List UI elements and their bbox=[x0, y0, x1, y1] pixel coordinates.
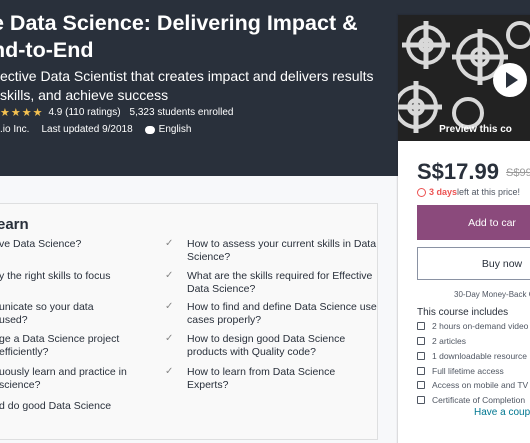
rating-text[interactable]: 4.9 (110 ratings) bbox=[48, 107, 120, 118]
alarm-clock-icon bbox=[417, 187, 426, 197]
include-label: Certificate of Completion bbox=[432, 395, 526, 405]
check-icon: ✓ bbox=[165, 270, 174, 281]
learn-item: How to design good Data Science products… bbox=[187, 333, 346, 358]
learn-item: uously learn and practice in science? bbox=[0, 366, 127, 391]
buy-now-button[interactable]: Buy now bbox=[417, 247, 530, 280]
include-label: Access on mobile and TV bbox=[432, 380, 529, 390]
learn-heading: earn bbox=[0, 216, 29, 233]
include-item: Full lifetime access bbox=[417, 366, 504, 376]
check-icon: ✓ bbox=[165, 301, 174, 312]
include-item: Access on mobile and TV bbox=[417, 380, 528, 390]
video-icon bbox=[417, 322, 425, 330]
learn-item: What are the skills required for Effecti… bbox=[187, 270, 373, 295]
course-subtitle: ective Data Scientist that creates impac… bbox=[0, 67, 392, 105]
author-link[interactable]: .io Inc. bbox=[0, 124, 29, 135]
include-label: 2 articles bbox=[432, 336, 467, 346]
course-title: e Data Science: Delivering Impact & nd-t… bbox=[0, 10, 384, 64]
play-icon[interactable] bbox=[493, 63, 527, 97]
learn-item: ve Data Science? bbox=[0, 238, 82, 250]
learn-item: unicate so your data used? bbox=[0, 301, 94, 326]
rating-row: ★★★★ 4.9 (110 ratings) 5,323 students en… bbox=[0, 106, 234, 119]
learn-item: ge a Data Science project efficiently? bbox=[0, 333, 120, 358]
course-subtitle-line1: ective Data Scientist that creates impac… bbox=[0, 68, 374, 84]
course-preview[interactable]: Preview this co bbox=[398, 15, 530, 141]
include-item: Certificate of Completion bbox=[417, 395, 525, 405]
purchase-sidebar: Preview this co S$17.99 S$99 3 days left… bbox=[398, 15, 530, 443]
course-title-line2: nd-to-End bbox=[0, 38, 94, 62]
days-left-rest: left at this price! bbox=[457, 187, 521, 197]
learn-item: How to learn from Data Science Experts? bbox=[187, 366, 336, 391]
original-price: S$99 bbox=[506, 167, 530, 179]
rating-stars-icon: ★★★★ bbox=[0, 107, 44, 119]
article-icon bbox=[417, 337, 425, 345]
enrolled-count: 5,323 students enrolled bbox=[129, 107, 234, 118]
learn-item: How to find and define Data Science use … bbox=[187, 301, 377, 326]
language-label: English bbox=[158, 124, 192, 135]
add-to-cart-button[interactable]: Add to car bbox=[417, 205, 530, 240]
language: English bbox=[144, 124, 192, 135]
include-item: 2 hours on-demand video bbox=[417, 321, 528, 331]
check-icon: ✓ bbox=[165, 366, 174, 377]
money-back-guarantee: 30-Day Money-Back G bbox=[454, 290, 530, 299]
certificate-icon bbox=[417, 396, 425, 404]
time-left: 3 days left at this price! bbox=[417, 187, 520, 197]
include-label: Full lifetime access bbox=[432, 366, 504, 376]
course-meta-row: .io Inc. Last updated 9/2018 English bbox=[0, 124, 191, 135]
speech-bubble-icon bbox=[144, 125, 155, 134]
course-title-line1: e Data Science: Delivering Impact & bbox=[0, 11, 358, 35]
current-price: S$17.99 bbox=[417, 159, 499, 184]
coupon-link[interactable]: Have a coupo bbox=[474, 407, 530, 418]
what-you-learn-box: earn ve Data Science? y the right skills… bbox=[0, 203, 378, 440]
resource-icon bbox=[417, 352, 425, 360]
days-left: 3 days bbox=[429, 187, 458, 197]
mobile-icon bbox=[417, 381, 425, 389]
learn-item: y the right skills to focus bbox=[0, 270, 111, 282]
check-icon: ✓ bbox=[165, 333, 174, 344]
include-item: 1 downloadable resource bbox=[417, 351, 527, 361]
includes-heading: This course includes bbox=[417, 307, 509, 318]
preview-label[interactable]: Preview this co bbox=[398, 124, 530, 135]
include-item: 2 articles bbox=[417, 336, 466, 346]
learn-item: How to assess your current skills in Dat… bbox=[187, 238, 377, 263]
last-updated: Last updated 9/2018 bbox=[41, 124, 133, 135]
check-icon: ✓ bbox=[165, 238, 174, 249]
include-label: 2 hours on-demand video bbox=[432, 321, 529, 331]
course-subtitle-line2: skills, and achieve success bbox=[0, 87, 169, 103]
infinity-icon bbox=[417, 367, 425, 375]
course-page: e Data Science: Delivering Impact & nd-t… bbox=[0, 0, 530, 443]
include-label: 1 downloadable resource bbox=[432, 351, 527, 361]
learn-item: d do good Data Science bbox=[0, 400, 112, 412]
